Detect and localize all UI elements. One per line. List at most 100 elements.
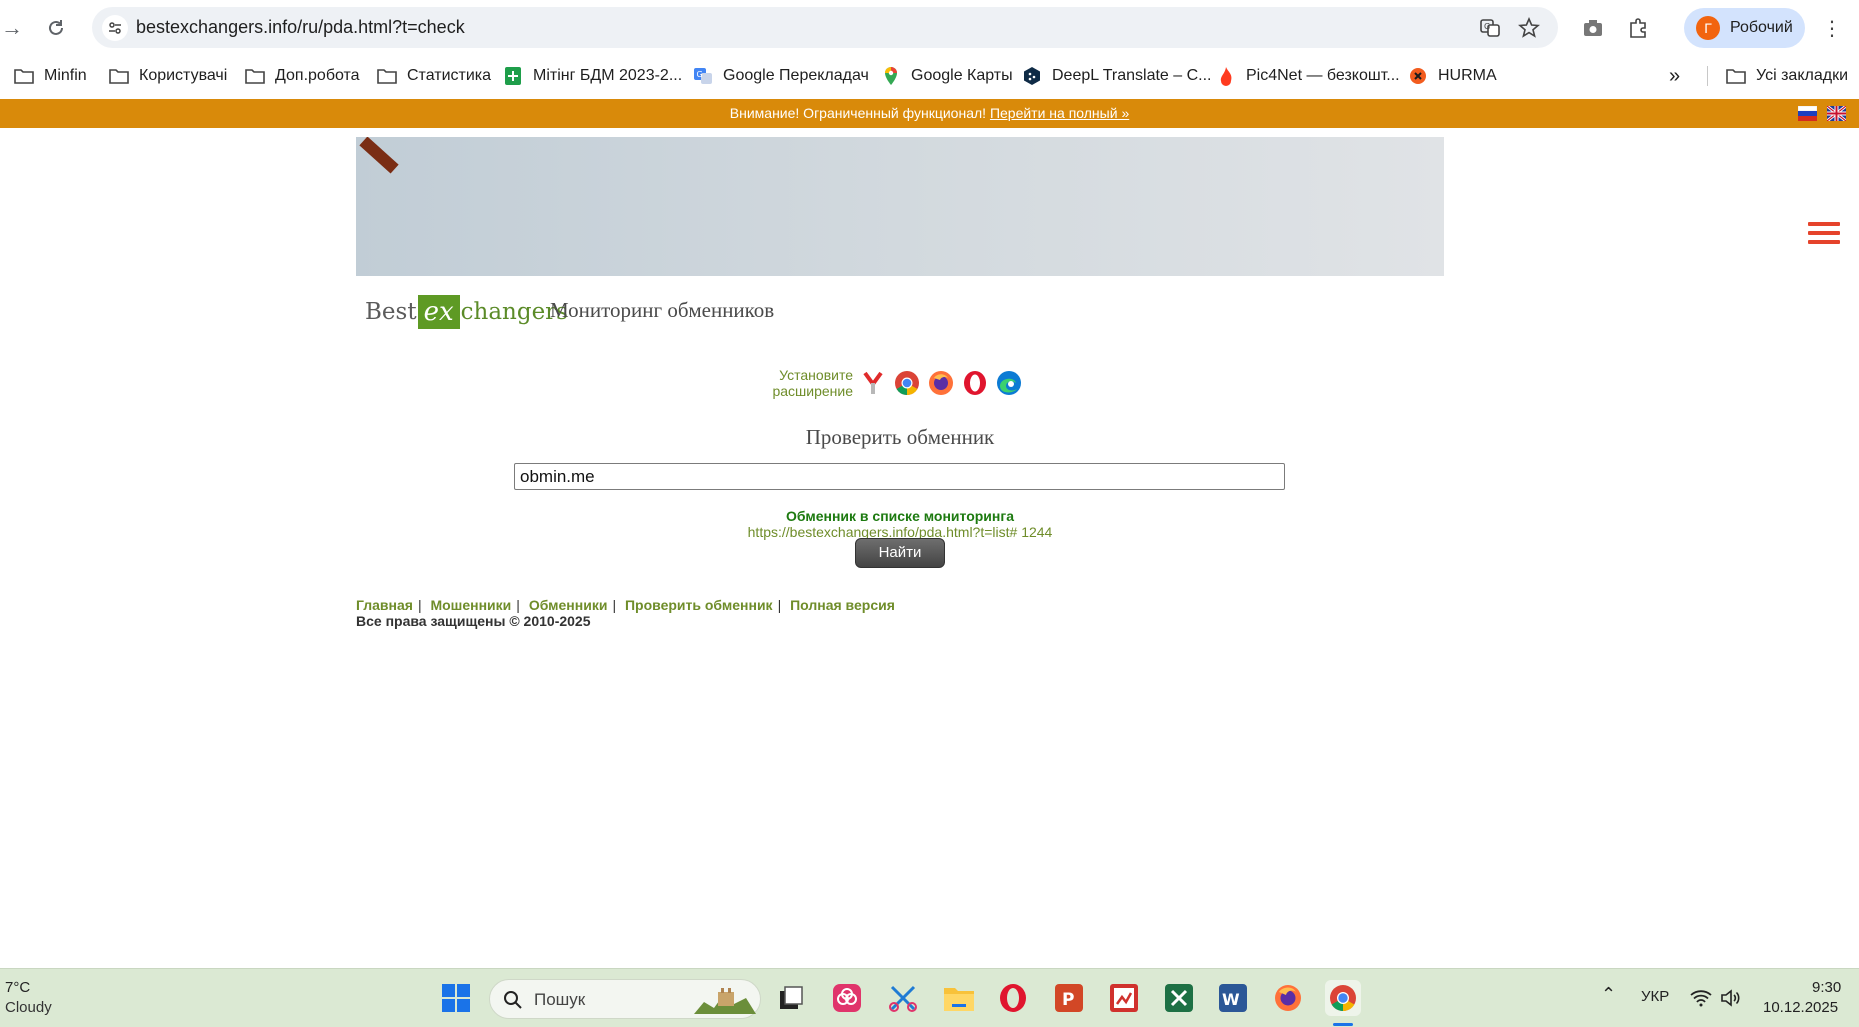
bookmark-google-maps[interactable]: Google Карты [881,63,1013,89]
active-app-indicator [1333,1023,1353,1026]
weather-condition[interactable]: Cloudy [5,999,52,1016]
bookmark-dop-robota[interactable]: Доп.робота [245,63,360,89]
logo-best: Best [365,299,417,325]
google-maps-pin-icon [881,66,901,86]
windows-start-icon[interactable] [438,980,474,1016]
bookmark-star-icon[interactable] [1516,15,1542,41]
footer-link-exchangers[interactable]: Обменники [529,597,608,613]
profile-name: Робочий [1730,19,1793,36]
footer-separator: | [516,597,520,613]
footer-link-full-version[interactable]: Полная версия [790,597,895,613]
bookmarks-divider [1707,66,1708,86]
full-version-link[interactable]: Перейти на полный » [990,105,1129,121]
chrome-taskbar-icon[interactable] [1325,980,1361,1016]
screenshot-camera-icon[interactable] [1577,12,1609,44]
pdf-reader-icon[interactable] [1106,980,1142,1016]
bookmark-label: Pic4Net — безкошт... [1246,67,1400,84]
address-bar[interactable]: bestexchangers.info/ru/pda.html?t=check … [92,7,1558,48]
opera-taskbar-icon[interactable] [995,980,1031,1016]
taskbar-search[interactable]: Пошук [489,979,761,1019]
weather-temperature[interactable]: 7°C [5,979,30,996]
find-button[interactable]: Найти [855,538,945,568]
firefox-taskbar-icon[interactable] [1270,980,1306,1016]
install-extension-line1: Установите [779,367,853,383]
tray-overflow-chevron-icon[interactable]: ⌃ [1601,984,1616,1005]
file-explorer-icon[interactable] [941,980,977,1016]
pic4net-flame-icon [1216,66,1236,86]
monitoring-status-text: Обменник в списке мониторинга [786,508,1014,524]
bookmark-label: Google Перекладач [723,67,869,84]
svg-text:W: W [1222,990,1240,1009]
check-exchanger-heading: Проверить обменник [805,425,995,449]
google-sheets-icon [503,66,523,86]
russian-flag-icon[interactable] [1798,106,1817,121]
clock-time[interactable]: 9:30 [1812,979,1841,996]
folder-icon [377,66,397,86]
footer-link-home[interactable]: Главная [356,597,413,613]
task-view-icon[interactable] [773,980,809,1016]
install-extension-line2: расширение [772,383,853,399]
search-highlight-castle-icon [694,988,756,1014]
header-banner [356,137,1444,276]
site-info-icon[interactable] [102,15,128,41]
folder-icon [1726,66,1746,86]
bookmark-deepl[interactable]: DeepL Translate – С... [1022,63,1212,89]
opera-icon[interactable] [962,370,988,396]
footer-separator: | [417,597,422,613]
translate-icon[interactable]: G [1477,15,1503,41]
bookmark-meeting[interactable]: Мітінг БДМ 2023-2... [503,63,682,89]
bookmark-pic4net[interactable]: Pic4Net — безкошт... [1216,63,1400,89]
svg-text:G: G [697,70,703,79]
profile-button[interactable]: Г Робочий [1684,8,1805,48]
snipping-tool-icon[interactable] [885,980,921,1016]
chrome-icon[interactable] [894,370,920,396]
excel-icon[interactable] [1161,980,1197,1016]
bookmark-label: Статистика [407,67,492,84]
all-bookmarks-button[interactable]: Усі закладки [1726,63,1848,89]
reload-icon[interactable] [38,10,74,46]
bookmarks-overflow-button[interactable]: » [1669,63,1680,89]
folder-icon [245,66,265,86]
warning-text: Внимание! Ограниченный функционал! [729,105,987,121]
url-text[interactable]: bestexchangers.info/ru/pda.html?t=check [136,17,465,38]
volume-icon[interactable] [1716,983,1746,1013]
logo-ex: ex [417,295,460,329]
word-icon[interactable]: W [1215,980,1251,1016]
creative-cloud-icon[interactable] [829,980,865,1016]
footer-separator: | [612,597,617,613]
svg-text:G: G [1484,22,1490,31]
bookmark-label: Користувачі [139,67,228,84]
wifi-icon[interactable] [1686,983,1716,1013]
keyboard-language[interactable]: УКР [1641,988,1669,1005]
yandex-browser-icon[interactable] [860,370,886,396]
bookmark-hurma[interactable]: HURMA [1408,63,1497,89]
site-logo[interactable]: Best ex changers [365,293,568,331]
folder-icon [14,66,34,86]
avatar: Г [1696,16,1720,40]
bookmark-label: Усі закладки [1756,67,1849,84]
windows-taskbar: 7°C Cloudy Пошук P W ⌃ УКР 9:30 10.12.20… [0,968,1859,1027]
copyright-text: Все права защищены © 2010-2025 [356,613,591,629]
forward-icon[interactable]: → [0,10,30,46]
bookmark-label: DeepL Translate – С... [1052,67,1212,84]
powerpoint-icon[interactable]: P [1051,980,1087,1016]
bookmark-label: Доп.робота [275,67,360,84]
hamburger-menu-icon[interactable] [1808,222,1840,248]
extensions-puzzle-icon[interactable] [1622,12,1654,44]
bookmark-google-translate[interactable]: G Google Перекладач [693,63,869,89]
english-flag-icon[interactable] [1827,106,1846,121]
svg-text:P: P [1062,990,1074,1010]
bookmark-minfin[interactable]: Minfin [14,63,87,89]
bookmarks-bar: Minfin Користувачі Доп.робота Статистика… [0,56,1859,96]
firefox-icon[interactable] [928,370,954,396]
browser-menu-icon[interactable]: ⋮ [1820,12,1844,44]
bookmark-statistics[interactable]: Статистика [377,63,491,89]
bookmark-users[interactable]: Користувачі [109,63,227,89]
exchanger-search-input[interactable] [514,463,1285,490]
edge-icon[interactable] [996,370,1022,396]
clock-date[interactable]: 10.12.2025 [1763,999,1838,1016]
footer-link-check-exchanger[interactable]: Проверить обменник [625,597,773,613]
footer-separator: | [777,597,782,613]
search-icon [504,991,522,1009]
footer-link-scammers[interactable]: Мошенники [430,597,511,613]
